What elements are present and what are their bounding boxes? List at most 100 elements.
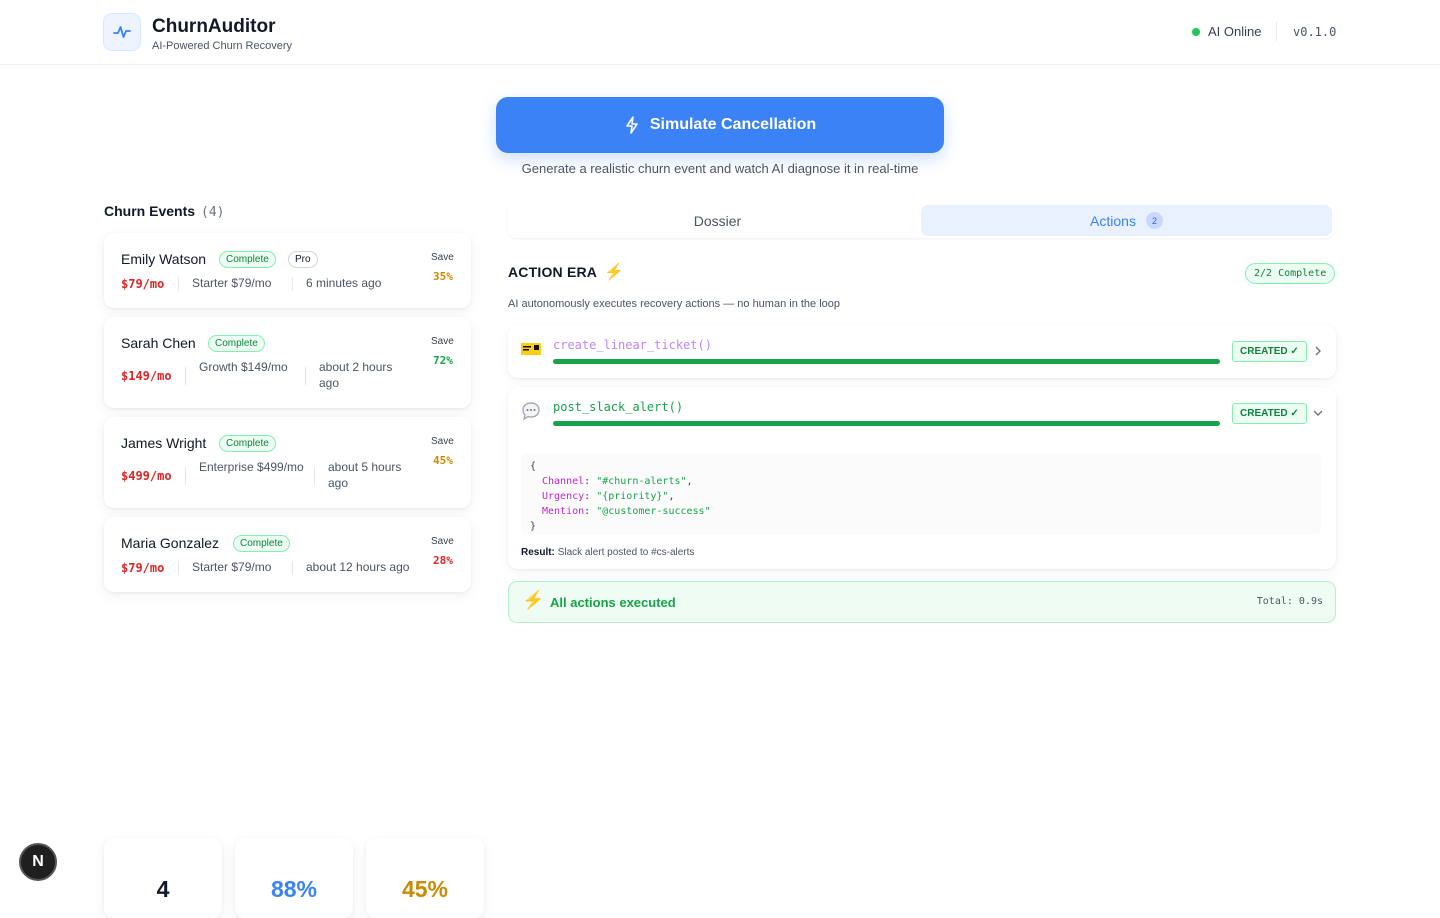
- churn-events-heading: Churn Events (4): [104, 203, 225, 220]
- code-open-brace: {: [530, 461, 537, 472]
- lightning-icon: ⚡: [522, 590, 545, 610]
- event-time: about 12 hours ago: [306, 560, 410, 574]
- action-progress-bar: [553, 359, 1220, 364]
- code-value: "#churn-alerts": [596, 476, 687, 487]
- stat-card-events: 4: [104, 838, 222, 918]
- code-value: "@customer-success": [596, 506, 711, 517]
- status-badge: Complete: [219, 435, 276, 452]
- top-bar: ChurnAuditor AI-Powered Churn Recovery A…: [0, 0, 1440, 65]
- dev-badge-letter: N: [32, 853, 44, 870]
- stat-value: 45%: [401, 876, 449, 902]
- stat-value: 4: [156, 876, 170, 902]
- action-progress-badge: 2/2 Complete: [1245, 263, 1336, 284]
- app-tagline: AI-Powered Churn Recovery: [152, 40, 293, 52]
- ticket-icon: [521, 342, 541, 360]
- stat-card-accuracy: 88%: [235, 838, 353, 918]
- code-close-brace: }: [530, 521, 537, 532]
- save-probability: 45%: [433, 454, 453, 467]
- separator: [292, 277, 293, 291]
- action-status-badge: CREATED ✓: [1232, 403, 1307, 424]
- save-label: Save: [431, 536, 454, 547]
- stat-card-save-rate: 45%: [366, 838, 484, 918]
- event-time: about 2 hours ago: [319, 360, 393, 390]
- event-time: about 5 hours ago: [328, 460, 402, 490]
- action-era-title: ACTION ERA: [508, 264, 598, 280]
- mrr-value: $79/mo: [121, 561, 165, 575]
- customer-name: James Wright: [121, 435, 207, 451]
- plan-text: Growth $149/mo: [199, 360, 288, 374]
- separator: [292, 561, 293, 575]
- lightning-icon: [626, 116, 638, 134]
- mrr-value: $149/mo: [121, 369, 172, 383]
- header-divider: [1276, 22, 1277, 41]
- save-probability: 72%: [433, 354, 453, 367]
- churn-events-count: (4): [201, 205, 225, 220]
- customer-name: Maria Gonzalez: [121, 535, 220, 551]
- save-probability: 35%: [433, 270, 453, 283]
- mrr-value: $79/mo: [121, 277, 165, 291]
- tab-actions-count: 2: [1145, 212, 1163, 229]
- customer-name: Emily Watson: [121, 251, 207, 267]
- simulate-button-label: Simulate Cancellation: [649, 116, 817, 133]
- action-result: Result: Slack alert posted to #cs-alerts: [521, 547, 694, 558]
- code-value: "{priority}": [596, 491, 669, 502]
- separator: [314, 467, 315, 485]
- churn-event-card[interactable]: Emily Watson Complete Pro $79/mo Starter…: [104, 233, 471, 308]
- separator: [178, 561, 179, 575]
- status-badge: Complete: [208, 335, 265, 352]
- tab-actions[interactable]: Actions 2: [921, 205, 1332, 236]
- all-actions-executed-banner: ⚡ All actions executed Total: 0.9s: [508, 581, 1336, 623]
- separator: [178, 277, 179, 291]
- status-dot-icon: [1192, 27, 1200, 36]
- total-time: Total: 0.9s: [1256, 596, 1323, 607]
- plan-text: Starter $79/mo: [192, 560, 272, 574]
- action-item-slack-alert[interactable]: post_slack_alert() CREATED ✓ { Channel: …: [508, 387, 1336, 569]
- action-progress-bar: [553, 421, 1220, 426]
- action-payload-code: { Channel: "#churn-alerts", Urgency: "{p…: [521, 453, 1321, 535]
- activity-pulse-icon: [103, 13, 141, 51]
- separator: [185, 467, 186, 485]
- separator: [305, 367, 306, 385]
- plan-text: Enterprise $499/mo: [199, 460, 304, 474]
- version-label: v0.1.0: [1293, 25, 1337, 39]
- churn-events-title: Churn Events: [104, 203, 196, 219]
- status-text: AI Online: [1208, 24, 1262, 39]
- plan-badge: Pro: [288, 251, 318, 268]
- event-time: 6 minutes ago: [306, 276, 382, 290]
- lightning-icon: ⚡: [604, 264, 624, 281]
- chevron-down-icon[interactable]: [1312, 407, 1324, 419]
- ai-status: AI Online: [1192, 24, 1261, 39]
- simulate-cancellation-button[interactable]: Simulate Cancellation: [496, 97, 944, 153]
- code-key: Channel: [542, 476, 585, 487]
- tab-dossier-label: Dossier: [693, 212, 742, 229]
- plan-text: Starter $79/mo: [192, 276, 272, 290]
- customer-name: Sarah Chen: [121, 335, 196, 351]
- speech-bubble-icon: [521, 401, 541, 425]
- result-text: Slack alert posted to #cs-alerts: [557, 547, 695, 558]
- code-key: Urgency: [542, 491, 585, 502]
- save-label: Save: [431, 436, 454, 447]
- tab-actions-label: Actions: [1090, 212, 1136, 229]
- done-text: All actions executed: [550, 595, 676, 610]
- action-function-name: post_slack_alert(): [553, 400, 684, 414]
- action-status-badge: CREATED ✓: [1232, 341, 1307, 362]
- code-key: Mention: [542, 506, 585, 517]
- save-label: Save: [431, 336, 454, 347]
- churn-event-card[interactable]: Sarah Chen Complete $149/mo Growth $149/…: [104, 317, 471, 408]
- detail-tabs: Dossier Actions 2: [508, 202, 1334, 238]
- mrr-value: $499/mo: [121, 469, 172, 483]
- action-function-name: create_linear_ticket(): [553, 338, 712, 352]
- status-badge: Complete: [219, 251, 276, 268]
- stat-value: 88%: [270, 876, 318, 902]
- save-label: Save: [431, 252, 454, 263]
- chevron-right-icon[interactable]: [1312, 345, 1324, 357]
- nextjs-dev-badge-icon[interactable]: N: [19, 843, 57, 881]
- action-item-linear-ticket[interactable]: create_linear_ticket() CREATED ✓: [508, 325, 1336, 378]
- tab-dossier[interactable]: Dossier: [511, 205, 924, 236]
- result-label: Result:: [521, 547, 555, 558]
- churn-event-card[interactable]: James Wright Complete $499/mo Enterprise…: [104, 417, 471, 508]
- action-era-subtitle: AI autonomously executes recovery action…: [508, 298, 841, 310]
- status-badge: Complete: [233, 535, 290, 552]
- simulate-hint: Generate a realistic churn event and wat…: [521, 161, 919, 176]
- churn-event-card[interactable]: Maria Gonzalez Complete $79/mo Starter $…: [104, 517, 471, 592]
